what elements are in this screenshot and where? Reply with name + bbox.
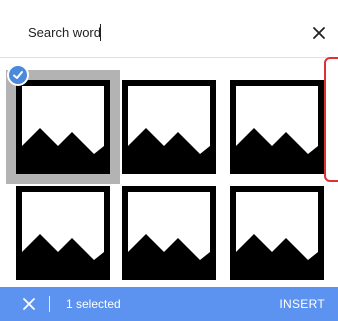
- selection-bar: 1 selected INSERT: [0, 287, 338, 321]
- image-placeholder-icon: [236, 128, 318, 168]
- image-placeholder-icon: [128, 128, 210, 168]
- clear-selection-button[interactable]: [21, 296, 37, 312]
- image-placeholder-icon: [236, 234, 318, 274]
- search-bar: Search word: [0, 0, 338, 58]
- close-search-button[interactable]: [308, 22, 330, 44]
- highlight-outline: [324, 57, 338, 182]
- image-placeholder-icon: [22, 234, 104, 274]
- image-frame: [122, 80, 216, 174]
- image-placeholder-icon: [22, 128, 104, 168]
- image-frame: [16, 80, 110, 174]
- image-thumbnail-4[interactable]: [6, 176, 120, 284]
- image-thumbnail-1[interactable]: [6, 70, 120, 184]
- insert-button[interactable]: INSERT: [279, 297, 325, 311]
- selected-check-icon: [7, 64, 29, 86]
- close-icon: [313, 27, 325, 39]
- image-placeholder-icon: [128, 234, 210, 274]
- close-icon: [23, 298, 35, 310]
- image-thumbnail-5[interactable]: [112, 176, 226, 284]
- search-input[interactable]: Search word: [28, 25, 101, 41]
- divider: [49, 296, 50, 312]
- image-thumbnail-6[interactable]: [220, 176, 334, 284]
- text-caret: [100, 24, 101, 41]
- image-grid: [0, 58, 338, 284]
- image-frame: [230, 80, 324, 174]
- image-thumbnail-3[interactable]: [220, 70, 334, 184]
- image-frame: [122, 186, 216, 280]
- image-thumbnail-2[interactable]: [112, 70, 226, 184]
- image-frame: [16, 186, 110, 280]
- image-frame: [230, 186, 324, 280]
- selected-count: 1 selected: [66, 297, 121, 311]
